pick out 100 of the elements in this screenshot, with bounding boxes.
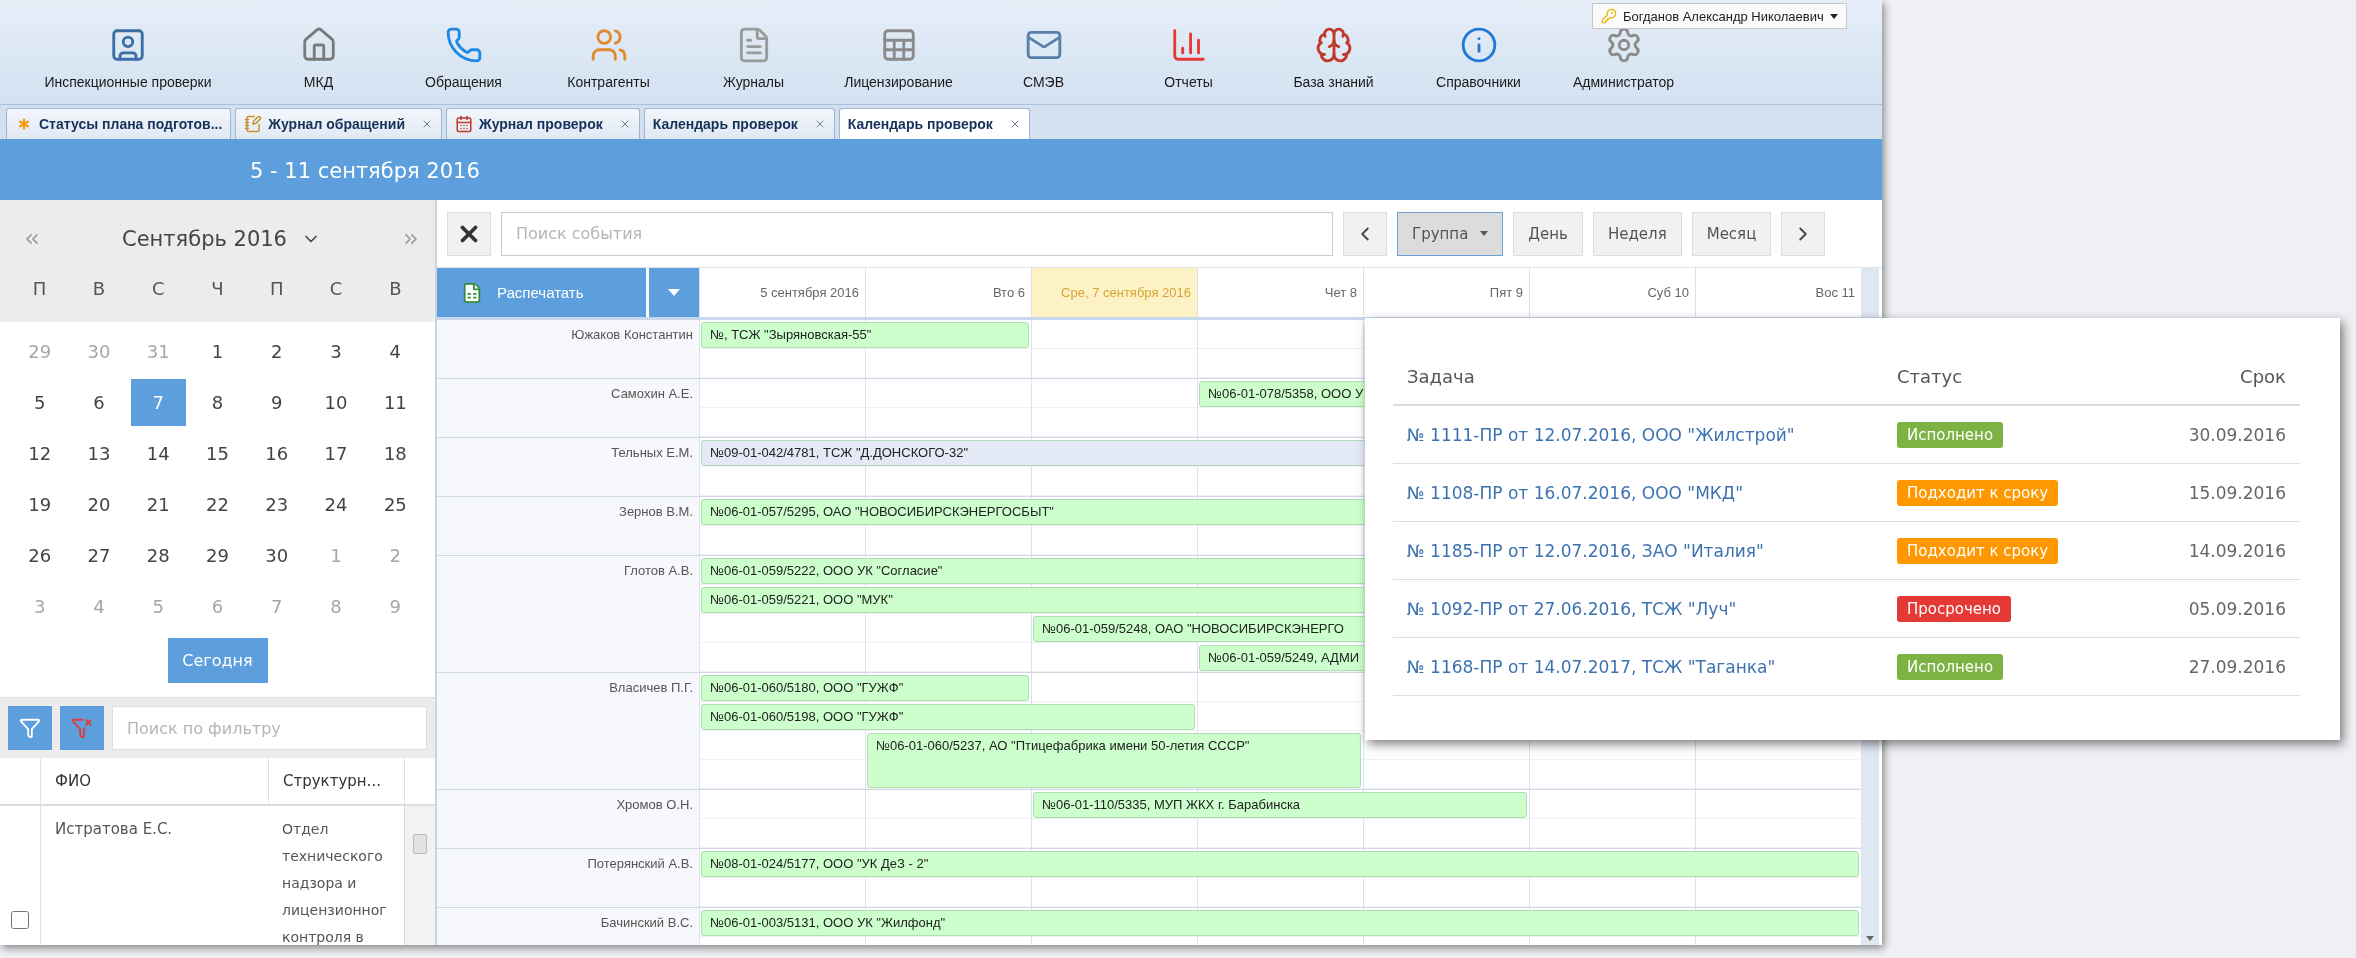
task-link[interactable]: № 1185-ПР от 12.07.2016, ЗАО "Италия" xyxy=(1407,540,1764,561)
toolbar-button[interactable]: Лицензирование xyxy=(826,0,971,104)
filter-button[interactable] xyxy=(8,706,52,750)
calendar-day[interactable]: 12 xyxy=(12,430,68,477)
inspector-icon xyxy=(109,26,147,64)
calendar-day[interactable]: 4 xyxy=(367,328,423,375)
info-icon xyxy=(1459,26,1498,64)
next-button[interactable] xyxy=(1781,211,1826,256)
scrollbar-track xyxy=(1861,268,1879,317)
calendar-day[interactable]: 6 xyxy=(71,379,127,426)
event-bar[interactable]: №06-01-060/5198, ООО "ГУЖФ" xyxy=(701,704,1195,730)
calendar-day[interactable]: 27 xyxy=(71,532,127,579)
calendar-day[interactable]: 8 xyxy=(189,379,246,426)
calendar-day[interactable]: 2 xyxy=(249,328,305,375)
scrollbar[interactable] xyxy=(404,806,435,945)
calendar-day[interactable]: 30 xyxy=(249,532,305,579)
toolbar-button[interactable]: Отчеты xyxy=(1116,0,1261,104)
row-checkbox[interactable] xyxy=(11,911,29,929)
toolbar-button[interactable]: База знаний xyxy=(1261,0,1406,104)
event-bar[interactable]: №, ТСЖ "Зыряновская-55" xyxy=(701,322,1029,348)
weekday-label: В xyxy=(91,278,107,299)
inspector-name: Потерянский А.В. xyxy=(587,856,693,871)
event-bar[interactable]: №06-01-060/5237, АО "Птицефабрика имени 50-летия СССР" xyxy=(867,733,1361,788)
calendar-day[interactable]: 13 xyxy=(71,430,127,477)
clear-filter-button[interactable] xyxy=(60,706,104,750)
view-button[interactable]: Неделя xyxy=(1592,211,1682,256)
status-badge: Исполнено xyxy=(1897,421,2004,448)
calendar-day[interactable]: 25 xyxy=(367,481,423,528)
event-bar[interactable]: №08-01-024/5177, ООО "УК ДеЗ - 2" xyxy=(701,851,1859,877)
calendar-day[interactable]: 24 xyxy=(308,481,364,528)
filter-search-field[interactable]: Поиск по фильтру xyxy=(112,706,427,750)
view-button[interactable]: Группа xyxy=(1397,211,1504,256)
calendar-day[interactable]: 15 xyxy=(189,430,246,477)
event-bar[interactable]: №06-01-003/5131, ООО УК "Жилфонд" xyxy=(701,910,1859,936)
tab[interactable]: Календарь проверок xyxy=(643,108,835,139)
weekday-label: Ч xyxy=(210,278,225,299)
month-picker[interactable]: Сентябрь 2016 xyxy=(116,226,327,252)
phone-icon xyxy=(444,26,483,64)
calendar-day[interactable]: 21 xyxy=(130,481,186,528)
calendar-day[interactable]: 11 xyxy=(367,379,423,426)
inspector-name: Власичев П.Г. xyxy=(609,680,693,695)
due-date: 30.09.2016 xyxy=(2188,424,2286,445)
inspector-name: Глотов А.В. xyxy=(623,563,693,578)
due-date: 15.09.2016 xyxy=(2188,482,2286,503)
inspector-name: Тельных Е.М. xyxy=(611,445,693,460)
calendar-day[interactable]: 14 xyxy=(130,430,186,477)
previous-button[interactable] xyxy=(1343,211,1387,256)
key-icon xyxy=(1601,8,1617,24)
clear-button[interactable] xyxy=(447,211,491,256)
calendar-day[interactable]: 20 xyxy=(71,481,127,528)
calendar-day[interactable]: 9 xyxy=(249,379,305,426)
weekday-label: С xyxy=(328,278,344,299)
calendar-day[interactable]: 29 xyxy=(189,532,246,579)
weekday-label: П xyxy=(269,278,285,299)
tab[interactable]: Календарь проверок xyxy=(838,108,1030,139)
calendar-day[interactable]: 23 xyxy=(249,481,305,528)
tab[interactable]: Журнал проверок xyxy=(446,108,640,139)
tab[interactable]: Статусы плана подготов... xyxy=(6,108,232,139)
close-tab-button[interactable] xyxy=(421,118,433,130)
calendar-day[interactable]: 10 xyxy=(308,379,364,426)
toolbar-button[interactable]: МКД xyxy=(246,0,391,104)
caret-icon xyxy=(668,289,680,296)
calendar-day[interactable]: 1 xyxy=(189,328,246,375)
calendar-day[interactable]: 28 xyxy=(130,532,186,579)
event-bar[interactable]: №06-01-110/5335, МУП ЖКХ г. Барабинска xyxy=(1033,792,1527,818)
inspector-name: Зернов В.М. xyxy=(619,504,693,519)
toolbar-button[interactable]: Контрагенты xyxy=(536,0,681,104)
inspector-name: Бачинский В.С. xyxy=(600,915,693,930)
caret-icon xyxy=(1866,936,1874,941)
status-badge: Подходит к сроку xyxy=(1897,479,2059,506)
calendar-icon xyxy=(455,115,473,133)
table-cell-text: Отдел технического надзора и лицензионног контроля в xyxy=(281,820,388,945)
toolbar-button[interactable]: Обращения xyxy=(391,0,536,104)
view-button[interactable]: День xyxy=(1513,211,1583,256)
tab[interactable]: Журнал обращений xyxy=(235,108,442,139)
calendar-day[interactable]: 18 xyxy=(367,430,423,477)
view-button[interactable]: Месяц xyxy=(1691,211,1772,256)
inspector-name: Самохин А.Е. xyxy=(611,386,693,401)
funnel-cross-icon xyxy=(71,717,93,739)
column-header[interactable]: Структурн... xyxy=(268,758,404,804)
calendar-day[interactable]: 26 xyxy=(12,532,68,579)
toolbar-button[interactable]: Инспекционные проверки xyxy=(10,0,246,104)
calendar-day[interactable]: 17 xyxy=(308,430,364,477)
calendar-day[interactable]: 19 xyxy=(12,481,68,528)
caret-icon xyxy=(1480,231,1489,236)
calendar-day[interactable]: 5 xyxy=(12,379,68,426)
weekday-label: В xyxy=(388,278,403,299)
calendar-day[interactable]: 3 xyxy=(308,328,364,375)
calendar-day[interactable]: 22 xyxy=(189,481,246,528)
due-date: 14.09.2016 xyxy=(2188,540,2286,561)
calendar-day[interactable]: 16 xyxy=(249,430,305,477)
task-link[interactable]: № 1168-ПР от 14.07.2017, ТСЖ "Таганка" xyxy=(1407,656,1776,677)
toolbar-button[interactable]: СМЭВ xyxy=(971,0,1116,104)
toolbar-button[interactable]: Справочники xyxy=(1406,0,1551,104)
event-search-field[interactable]: Поиск события xyxy=(501,211,1333,256)
event-bar[interactable]: №06-01-060/5180, ООО "ГУЖФ" xyxy=(701,675,1029,701)
user-menu[interactable]: Богданов Александр Николаевич xyxy=(1592,3,1847,29)
toolbar-button[interactable]: Журналы xyxy=(681,0,826,104)
inspector-name: Южаков Константин xyxy=(571,327,693,342)
column-header[interactable]: ФИО xyxy=(40,758,268,804)
